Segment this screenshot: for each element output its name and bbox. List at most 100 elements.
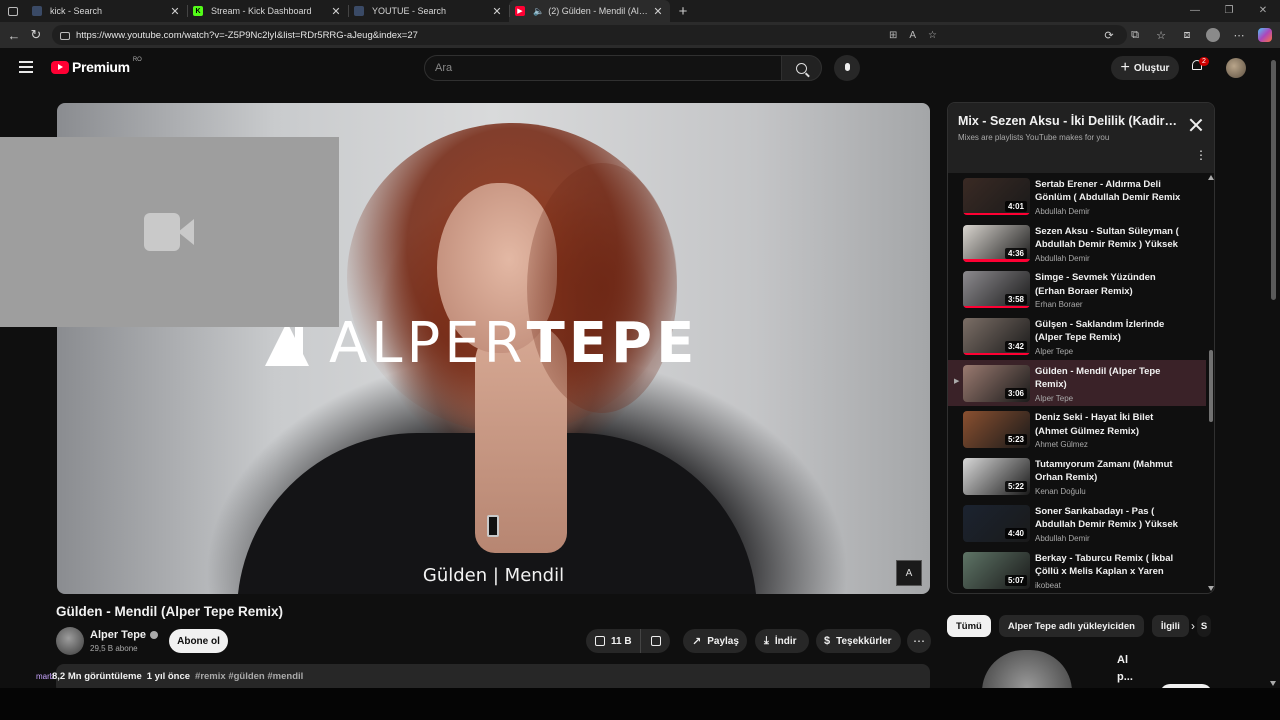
- copilot-icon[interactable]: [1258, 28, 1272, 42]
- youtube-play-icon: [51, 60, 69, 74]
- youtube-premium-logo[interactable]: Premium RO: [51, 57, 142, 75]
- filter-chip[interactable]: S: [1196, 615, 1211, 637]
- window-controls: — ❐ ✕: [1178, 0, 1280, 22]
- playlist-item-thumbnail[interactable]: 3:06: [963, 364, 1030, 402]
- thanks-button[interactable]: $ Teşekkürler: [816, 629, 901, 653]
- playlist-item[interactable]: 3:42 Gülşen - Saklandım İzlerinde (Alper …: [948, 313, 1206, 360]
- extension-icon[interactable]: ⟳: [1102, 29, 1116, 42]
- duration-badge: 5:07: [1004, 574, 1027, 586]
- filter-chip[interactable]: Tümü: [947, 615, 991, 637]
- split-screen-icon[interactable]: ⧉: [1128, 29, 1142, 42]
- dislike-button[interactable]: [641, 636, 670, 646]
- restore-icon[interactable]: ❐: [1212, 0, 1246, 22]
- playlist-item[interactable]: 4:36 Sezen Aksu - Sultan Süleyman ( Abdul…: [948, 220, 1206, 267]
- scrollbar-thumb[interactable]: [1209, 350, 1213, 422]
- browser-tab-kick-search[interactable]: kick - Search ✕: [26, 0, 187, 22]
- page-scrollbar[interactable]: [1268, 48, 1280, 688]
- playlist-item[interactable]: ▶ 3:06 Gülden - Mendil (Alper Tepe Remix) A…: [948, 359, 1206, 407]
- tab-actions-button[interactable]: [0, 0, 26, 22]
- description-meta: 8,2 Mn görüntüleme 1 yıl önce #remix #gü…: [52, 671, 303, 682]
- logo-text: Premium: [72, 59, 130, 75]
- channel-name-link[interactable]: Alper Tepe: [90, 629, 159, 641]
- like-button[interactable]: 11 B: [586, 629, 641, 653]
- account-avatar[interactable]: [1226, 58, 1246, 78]
- reload-button[interactable]: ↻: [25, 25, 47, 45]
- close-window-icon[interactable]: ✕: [1246, 0, 1280, 22]
- address-bar[interactable]: https://www.youtube.com/watch?v=-Z5P9Nc2…: [52, 25, 1127, 45]
- video-title: Gülden - Mendil (Alper Tepe Remix): [56, 604, 284, 619]
- collections-icon[interactable]: ⧈: [1180, 29, 1194, 42]
- close-playlist-icon[interactable]: [1188, 117, 1204, 133]
- back-button[interactable]: ←: [3, 25, 25, 45]
- playlist-scrollbar[interactable]: [1208, 173, 1214, 593]
- thumbs-up-icon: [595, 636, 605, 646]
- scroll-down-icon[interactable]: [1208, 586, 1214, 591]
- youtube-favicon-icon: ▶: [515, 6, 525, 16]
- hashtags[interactable]: #remix #gülden #mendil: [195, 671, 303, 682]
- search-favicon-icon: [354, 6, 364, 16]
- playlist-more-icon[interactable]: ⋮: [1195, 149, 1207, 161]
- playlist-item-thumbnail[interactable]: 4:01: [963, 178, 1030, 215]
- watched-progress-bar: [963, 212, 1030, 215]
- chevron-right-icon[interactable]: ›: [1191, 619, 1195, 633]
- new-tab-button[interactable]: +: [670, 3, 696, 20]
- profile-avatar[interactable]: [1206, 28, 1220, 42]
- close-tab-icon[interactable]: ✕: [491, 5, 503, 18]
- minimize-icon[interactable]: —: [1178, 0, 1212, 22]
- browser-tab-kick-dashboard[interactable]: K Stream - Kick Dashboard ✕: [187, 0, 348, 22]
- more-menu-icon[interactable]: ⋯: [1232, 29, 1246, 42]
- close-tab-icon[interactable]: ✕: [169, 5, 181, 18]
- playlist-item-thumbnail[interactable]: 3:42: [963, 318, 1030, 356]
- notifications-button[interactable]: 2: [1190, 57, 1209, 74]
- duration-badge: 3:58: [1004, 294, 1027, 306]
- read-aloud-icon[interactable]: A: [909, 30, 916, 41]
- playlist-item-thumbnail[interactable]: 5:23: [963, 411, 1030, 449]
- playlist-item-thumbnail[interactable]: 5:22: [963, 458, 1030, 496]
- share-label: Paylaş: [707, 635, 739, 647]
- scroll-up-icon[interactable]: [1208, 175, 1214, 180]
- filter-chip[interactable]: Alper Tepe adlı yükleyiciden: [998, 615, 1144, 637]
- browser-tab-youtube-video[interactable]: ▶ 🔈 (2) Gülden - Mendil (Alper Te ✕: [509, 0, 670, 22]
- speaker-icon[interactable]: 🔈: [533, 6, 544, 17]
- recommended-video-title[interactable]: Al p...: [1117, 652, 1133, 686]
- recommended-video-thumbnail[interactable]: [982, 650, 1072, 692]
- extensions-area: ⟳ ⧉ ☆ ⧈ ⋯: [1102, 22, 1272, 48]
- channel-avatar[interactable]: [56, 627, 84, 655]
- page-scrollbar-thumb[interactable]: [1271, 60, 1276, 300]
- page-scroll-down-icon[interactable]: [1270, 681, 1276, 686]
- playlist-item-thumbnail[interactable]: 4:36: [963, 224, 1030, 262]
- favorite-star-icon[interactable]: ☆: [928, 30, 937, 41]
- playlist-item[interactable]: 5:23 Deniz Seki - Hayat İki Bilet (Ahmet …: [948, 406, 1206, 453]
- close-tab-icon[interactable]: ✕: [652, 5, 664, 18]
- browser-tab-youtue-search[interactable]: YOUTUE - Search ✕: [348, 0, 509, 22]
- playlist-item-thumbnail[interactable]: 4:40: [963, 504, 1030, 542]
- playlist-title[interactable]: Mix - Sezen Aksu - İki Delilik (Kadir Ak…: [958, 114, 1178, 128]
- playlist-item[interactable]: 5:07 Berkay - Taburcu Remix ( İkbal Çöllü…: [948, 547, 1206, 594]
- download-button[interactable]: ⤓ İndir: [755, 629, 809, 653]
- playlist-item[interactable]: 4:40 Soner Sarıkabadayı - Pas ( Abdullah …: [948, 500, 1206, 547]
- search-input[interactable]: [435, 62, 781, 74]
- playlist-item-channel: Abdullah Demir: [1035, 533, 1090, 543]
- voice-search-button[interactable]: [834, 55, 860, 81]
- address-bar-actions: ⊞ A ☆: [889, 25, 937, 45]
- like-dislike-group: 11 B: [586, 629, 670, 653]
- menu-icon[interactable]: [19, 61, 33, 73]
- channel-name: Alper Tepe: [90, 629, 147, 641]
- channel-watermark-icon[interactable]: A: [896, 560, 922, 586]
- playlist-item[interactable]: 3:58 Simge - Sevmek Yüzünden (Erhan Borae…: [948, 266, 1206, 313]
- close-tab-icon[interactable]: ✕: [330, 5, 342, 18]
- playlist-item[interactable]: 4:01 Sertab Erener - Aldırma Deli Gönlüm …: [948, 173, 1206, 220]
- playlist-item-thumbnail[interactable]: 3:58: [963, 271, 1030, 309]
- create-button[interactable]: + Oluştur: [1111, 56, 1179, 80]
- more-actions-button[interactable]: ⋯: [907, 629, 931, 653]
- country-code: RO: [132, 57, 142, 63]
- subscribe-button[interactable]: Abone ol: [169, 629, 228, 653]
- filter-chip[interactable]: İlgili: [1151, 615, 1189, 637]
- playlist-item[interactable]: 5:22 Tutamıyorum Zamanı (Mahmut Orhan Rem…: [948, 453, 1206, 500]
- playlist-item-channel: ikobeat: [1035, 580, 1061, 590]
- search-button[interactable]: [781, 55, 822, 81]
- share-button[interactable]: ↗ Paylaş: [683, 629, 747, 653]
- app-available-icon[interactable]: ⊞: [889, 30, 897, 41]
- playlist-item-thumbnail[interactable]: 5:07: [963, 551, 1030, 589]
- favorites-icon[interactable]: ☆: [1154, 29, 1168, 42]
